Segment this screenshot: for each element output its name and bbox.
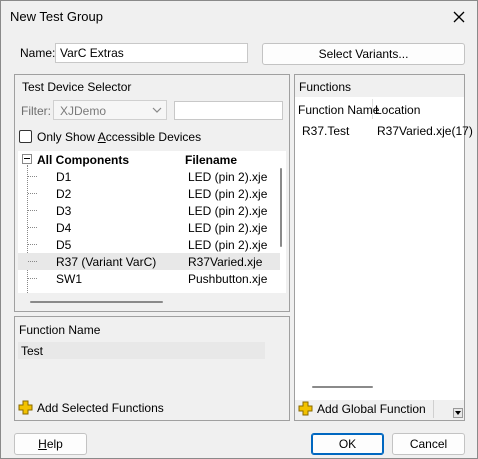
ok-button[interactable]: OK [311,433,384,455]
function-row-name: R37.Test [302,124,350,138]
tree-row[interactable]: D5 LED (pin 2).xje [18,236,280,253]
tree-row-component: D4 [56,221,72,235]
tree-row-filename: LED (pin 2).xje [188,204,268,218]
tree-row-component: D1 [56,170,72,184]
functions-panel: Functions Function Name Location R37.Tes… [294,74,473,421]
only-accessible-checkbox[interactable] [19,130,32,143]
title-bar: New Test Group [1,1,477,33]
only-accessible-label: Only Show Accessible Devices [37,130,202,144]
filter-dropdown-value: XJDemo [60,104,107,118]
tree-header-filename: Filename [185,153,238,167]
tree-row-filename: LED (pin 2).xje [188,170,268,184]
tree-row[interactable]: D1 LED (pin 2).xje [18,168,280,185]
tree-row-component: D2 [56,187,72,201]
add-global-function-button[interactable]: Add Global Function [298,400,428,418]
tree-row[interactable]: SW1 Pushbutton.xje [18,270,280,287]
tree-row-component: SW1 [56,272,83,286]
help-button[interactable]: Help [14,433,87,455]
select-variants-button[interactable]: Select Variants... [262,43,465,65]
tree-row-component: D3 [56,204,72,218]
function-row-location: R37Varied.xje(17) [377,124,473,138]
tree-row[interactable]: D2 LED (pin 2).xje [18,185,280,202]
chevron-down-icon [455,411,461,415]
test-device-selector-panel: Test Device Selector Filter: XJDemo Only… [14,74,290,312]
collapse-toggle[interactable] [22,154,32,164]
functions-col-location[interactable]: Location [375,103,420,117]
functions-col-name[interactable]: Function Name [298,103,379,117]
tree-row[interactable]: R37 (Variant VarC) R37Varied.xje [18,253,280,270]
function-name-header: Function Name [19,323,101,337]
overflow-dropdown-button[interactable] [453,408,463,418]
component-tree[interactable]: All Components Filename D1 LED (pin 2).xj… [18,151,286,293]
tree-row-component: D5 [56,238,72,252]
tree-row-filename: LED (pin 2).xje [188,187,268,201]
tree-row-filename: R37Varied.xje [188,255,263,269]
plus-icon [298,401,313,416]
add-selected-functions-button[interactable]: Add Selected Functions [18,399,188,417]
functions-horizontal-scrollbar[interactable] [312,386,373,388]
name-input[interactable] [55,43,248,63]
tree-vertical-scrollbar[interactable] [280,168,282,247]
name-label: Name: [20,46,56,60]
tree-connector [28,210,37,211]
filter-search-input[interactable] [174,101,283,120]
plus-icon [18,400,33,415]
tree-connector [28,244,37,245]
tree-connector [28,278,37,279]
tree-row[interactable]: D4 LED (pin 2).xje [18,219,280,236]
functions-title: Functions [299,80,352,94]
toolbar-divider [433,400,434,418]
tree-row-filename: Pushbutton.xje [188,272,268,286]
cancel-button[interactable]: Cancel [392,433,465,455]
tree-header-all-components[interactable]: All Components [37,153,129,167]
tree-connector [28,193,37,194]
tree-row[interactable]: D3 LED (pin 2).xje [18,202,280,219]
tree-row-filename: LED (pin 2).xje [188,221,268,235]
function-name-panel: Function Name Test Add Selected Function… [14,316,290,421]
tree-row-filename: LED (pin 2).xje [188,238,268,252]
function-list-item-label: Test [21,344,44,358]
window-title: New Test Group [10,9,103,24]
filter-label: Filter: [21,104,51,118]
tree-row-partial [42,292,272,293]
add-selected-functions-label: Add Selected Functions [37,401,164,415]
close-icon [453,11,465,23]
close-button[interactable] [447,5,471,29]
function-list-item[interactable]: Test [18,342,265,359]
functions-list[interactable]: Function Name Location R37.Test R37Varie… [295,97,473,400]
function-row[interactable]: R37.Test R37Varied.xje(17) [295,122,473,139]
tree-connector [28,261,37,262]
tree-connector [28,176,37,177]
tree-connector [28,227,37,228]
new-test-group-dialog: New Test Group Name: Select Variants... … [0,0,478,459]
add-global-function-label: Add Global Function [317,402,426,416]
chevron-down-icon [152,107,162,113]
column-divider [372,99,373,119]
device-selector-title: Test Device Selector [22,80,132,94]
tree-row-component: R37 (Variant VarC) [56,255,157,269]
tree-horizontal-scrollbar[interactable] [30,301,163,303]
filter-dropdown[interactable]: XJDemo [53,100,167,120]
